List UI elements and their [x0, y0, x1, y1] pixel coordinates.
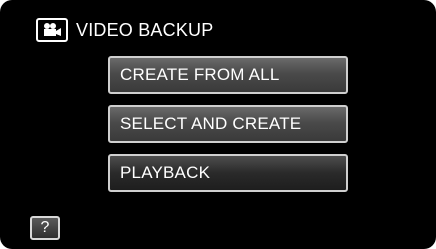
video-camera-icon	[36, 18, 68, 42]
page-title: VIDEO BACKUP	[76, 19, 214, 40]
button-label: SELECT AND CREATE	[120, 114, 302, 133]
select-and-create-button[interactable]: SELECT AND CREATE	[108, 105, 348, 143]
button-label: PLAYBACK	[120, 163, 211, 182]
playback-button[interactable]: PLAYBACK	[108, 154, 348, 192]
header: VIDEO BACKUP	[36, 16, 213, 44]
help-button[interactable]: ?	[30, 216, 60, 240]
help-label: ?	[40, 219, 50, 236]
button-label: CREATE FROM ALL	[120, 65, 280, 84]
create-from-all-button[interactable]: CREATE FROM ALL	[108, 56, 348, 94]
camera-screen: VIDEO BACKUP CREATE FROM ALL SELECT AND …	[0, 0, 436, 249]
